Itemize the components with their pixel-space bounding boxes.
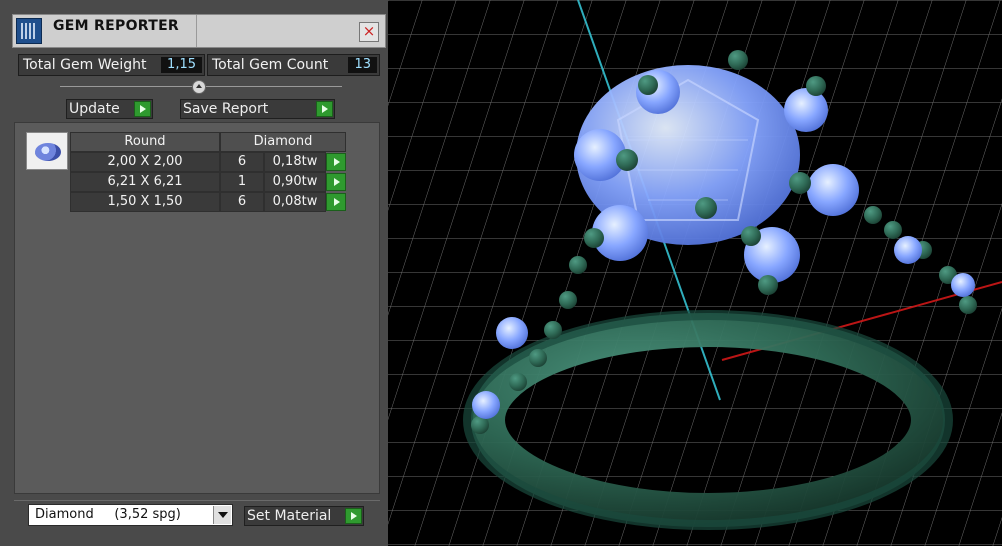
gem-weight: 0,90tw xyxy=(264,172,326,192)
play-arrow-icon xyxy=(134,101,151,117)
gem-weight: 0,18tw xyxy=(264,152,326,172)
set-material-button-label: Set Material xyxy=(247,508,332,524)
material-select[interactable]: Diamond (3,52 spg) xyxy=(28,504,233,526)
gem-reporter-app-icon xyxy=(16,18,42,44)
set-material-button[interactable]: Set Material xyxy=(244,506,364,526)
table-row: 1,50 X 1,50 6 0,08tw xyxy=(70,192,346,212)
table-row: 6,21 X 6,21 1 0,90tw xyxy=(70,172,346,192)
gem-size: 6,21 X 6,21 xyxy=(70,172,220,192)
gem-count: 6 xyxy=(220,152,264,172)
column-header-shape: Round xyxy=(70,132,220,152)
title-separator xyxy=(196,15,197,47)
gem-thumbnail[interactable] xyxy=(26,132,68,170)
gem-size: 1,50 X 1,50 xyxy=(70,192,220,212)
gem-weight: 0,08tw xyxy=(264,192,326,212)
gem-count: 6 xyxy=(220,192,264,212)
column-header-material: Diamond xyxy=(220,132,346,152)
title-bar: GEM REPORTER × xyxy=(12,14,386,48)
close-icon[interactable]: × xyxy=(359,22,379,42)
total-gem-count: Total Gem Count 13 xyxy=(207,54,380,76)
play-arrow-icon xyxy=(345,508,362,524)
row-play-button[interactable] xyxy=(326,193,346,211)
report-slider-handle[interactable] xyxy=(192,80,206,94)
table-row: 2,00 X 2,00 6 0,18tw xyxy=(70,152,346,172)
3d-viewport[interactable] xyxy=(388,0,1002,546)
bottom-separator xyxy=(14,500,380,501)
ring-render xyxy=(388,0,1002,546)
total-gem-weight: Total Gem Weight 1,15 xyxy=(18,54,205,76)
row-play-button[interactable] xyxy=(326,173,346,191)
chevron-down-icon[interactable] xyxy=(213,506,231,524)
total-gem-count-label: Total Gem Count xyxy=(212,57,329,73)
play-arrow-icon xyxy=(316,101,333,117)
total-gem-weight-value: 1,15 xyxy=(161,57,202,73)
gem-table: Round Diamond 2,00 X 2,00 6 0,18tw 6,21 … xyxy=(70,132,346,212)
window-title: GEM REPORTER xyxy=(53,18,180,34)
gem-table-header: Round Diamond xyxy=(70,132,346,152)
gem-size: 2,00 X 2,00 xyxy=(70,152,220,172)
round-gem-icon xyxy=(35,143,61,161)
gem-count: 1 xyxy=(220,172,264,192)
update-button[interactable]: Update xyxy=(66,99,153,119)
save-report-button-label: Save Report xyxy=(183,101,269,117)
row-play-button[interactable] xyxy=(326,153,346,171)
total-gem-count-value: 13 xyxy=(348,57,377,73)
material-select-value: Diamond (3,52 spg) xyxy=(35,507,181,522)
total-gem-weight-label: Total Gem Weight xyxy=(23,57,147,73)
save-report-button[interactable]: Save Report xyxy=(180,99,335,119)
update-button-label: Update xyxy=(69,101,120,117)
gem-reporter-panel: GEM REPORTER × Total Gem Weight 1,15 Tot… xyxy=(0,0,388,546)
